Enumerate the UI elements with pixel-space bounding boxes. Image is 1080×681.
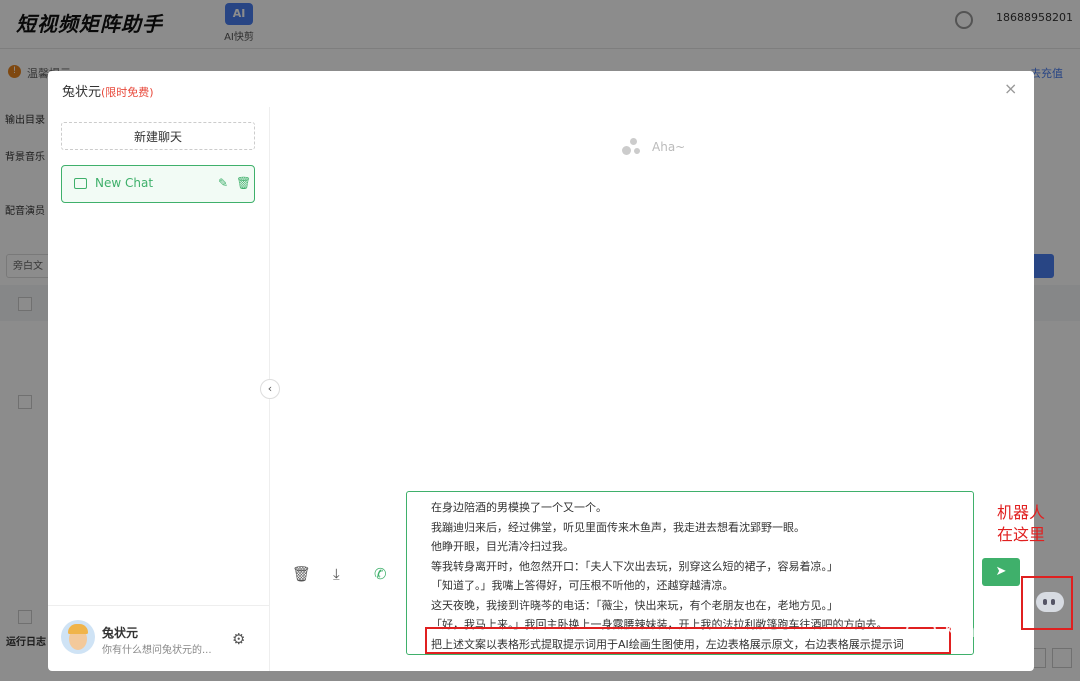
aha-logo-icon [622, 138, 644, 160]
collapse-sidebar-icon[interactable]: ‹ [260, 379, 280, 399]
robot-annotation: 机器人 在这里 [997, 502, 1045, 546]
trash-icon[interactable]: 🗑 [236, 176, 251, 190]
robot-note-line2: 在这里 [997, 525, 1046, 544]
robot-note-line1: 机器人 [997, 503, 1046, 522]
modal-header: 兔状元(限时免费) × [48, 71, 1034, 107]
user-subtitle: 你有什么想问兔状元的... [102, 645, 212, 656]
highlight-prompt-box [425, 627, 951, 654]
chat-sidebar: 新建聊天 New Chat ✎ 🗑 兔状元 你有什么想问兔状元的... ⚙ [48, 107, 270, 671]
highlight-robot-box [1021, 576, 1073, 630]
free-badge: (限时免费) [101, 86, 154, 99]
avatar-hair [68, 624, 88, 634]
chat-item-label: New Chat [95, 176, 154, 190]
input-line: 等我转身离开时，他忽然开口：「夫人下次出去玩，别穿这么短的裙子，容易着凉。」 [431, 559, 838, 573]
gear-icon[interactable]: ⚙ [232, 630, 245, 648]
chat-modal: 兔状元(限时免费) × 新建聊天 New Chat ✎ 🗑 兔状元 你有什么想问… [48, 71, 1034, 671]
clear-chat-trash-icon[interactable]: 🗑 [292, 565, 311, 583]
chat-bubble-icon [74, 178, 87, 189]
modal-title: 兔状元(限时免费) [62, 81, 154, 100]
download-icon[interactable]: ⤓ [333, 565, 340, 583]
new-chat-button[interactable]: 新建聊天 [61, 122, 255, 150]
modal-title-text: 兔状元 [62, 85, 102, 100]
input-line: 我蹦迪归来后，经过佛堂，听见里面传来木鱼声，我走进去想看沈郢野一眼。 [431, 520, 805, 534]
user-profile: 兔状元 你有什么想问兔状元的... ⚙ [48, 605, 269, 672]
wechat-watermark-icon [906, 618, 936, 642]
chat-list-item[interactable]: New Chat ✎ 🗑 [61, 165, 255, 203]
input-line: 在身边陪酒的男模换了一个又一个。 [431, 501, 607, 514]
watermark-text: King老K [944, 618, 1022, 642]
empty-hint: Aha~ [652, 140, 686, 154]
avatar [61, 620, 95, 654]
input-line: 他睁开眼，目光清冷扫过我。 [431, 540, 574, 553]
send-button[interactable]: ➤ [982, 558, 1020, 586]
input-line: 这天夜晚，我接到许晓芩的电话：「薇尘，快出来玩，有个老朋友也在，老地方见。」 [431, 598, 838, 612]
whatsapp-icon[interactable]: ✆ [374, 565, 387, 583]
input-line: 「知道了。」我嘴上答得好，可压根不听他的，还越穿越清凉。 [431, 579, 734, 592]
edit-icon[interactable]: ✎ [218, 176, 228, 190]
user-name: 兔状元 [102, 626, 139, 640]
close-icon[interactable]: × [1004, 81, 1017, 97]
